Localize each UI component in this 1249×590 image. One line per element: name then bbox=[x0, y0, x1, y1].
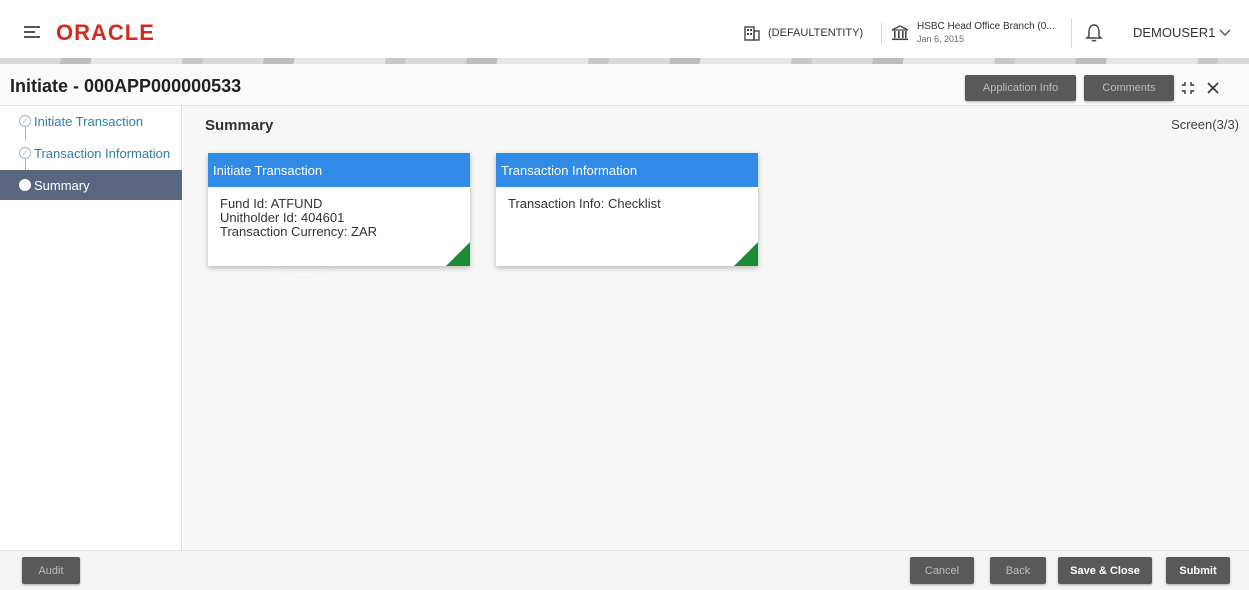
branch-date: Jan 6, 2015 bbox=[917, 34, 965, 44]
card-header: Transaction Information bbox=[496, 153, 758, 187]
step-label: Initiate Transaction bbox=[34, 113, 144, 129]
comments-button[interactable]: Comments bbox=[1084, 75, 1174, 101]
card-line: Transaction Currency: ZAR bbox=[220, 224, 378, 239]
bank-icon bbox=[891, 25, 909, 41]
window-controls bbox=[1180, 75, 1240, 101]
completed-corner-icon bbox=[734, 242, 758, 266]
card-body: Transaction Info: Checklist bbox=[496, 187, 758, 221]
step-label: Transaction Information bbox=[34, 145, 171, 161]
summary-card-transaction-information[interactable]: Transaction Information Transaction Info… bbox=[496, 153, 758, 266]
entity-selector[interactable]: (DEFAULTENTITY) bbox=[744, 22, 883, 44]
bell-icon[interactable] bbox=[1085, 22, 1103, 44]
cancel-button[interactable]: Cancel bbox=[910, 557, 974, 584]
minimize-icon[interactable] bbox=[1180, 80, 1196, 96]
active-dot-icon bbox=[19, 179, 31, 191]
completed-corner-icon bbox=[446, 242, 470, 266]
card-line: Transaction Info: Checklist bbox=[508, 196, 661, 211]
audit-button[interactable]: Audit bbox=[22, 557, 80, 584]
screen-counter: Screen(3/3) bbox=[1171, 117, 1239, 132]
branch-selector[interactable]: HSBC Head Office Branch (0... Jan 6, 201… bbox=[891, 18, 1072, 48]
summary-content: Summary Screen(3/3) Initiate Transaction… bbox=[183, 106, 1249, 550]
step-sidebar: ✓ Initiate Transaction ✓ Transaction Inf… bbox=[0, 106, 182, 550]
user-name: DEMOUSER1 bbox=[1133, 25, 1216, 40]
card-line: Unitholder Id: 404601 bbox=[220, 210, 345, 225]
back-button[interactable]: Back bbox=[990, 557, 1046, 584]
chevron-down-icon bbox=[1219, 29, 1231, 36]
card-line: Fund Id: ATFUND bbox=[220, 196, 323, 211]
hamburger-menu-icon[interactable] bbox=[24, 26, 40, 38]
summary-card-initiate-transaction[interactable]: Initiate Transaction Fund Id: ATFUND Uni… bbox=[208, 153, 470, 266]
sidebar-step-summary[interactable]: Summary bbox=[0, 170, 182, 200]
check-icon: ✓ bbox=[19, 147, 31, 159]
card-header: Initiate Transaction bbox=[208, 153, 470, 187]
sidebar-step-initiate-transaction[interactable]: ✓ Initiate Transaction bbox=[0, 106, 182, 136]
submit-button[interactable]: Submit bbox=[1166, 557, 1230, 584]
oracle-logo: ORACLE bbox=[56, 20, 155, 45]
summary-title: Summary bbox=[205, 117, 274, 134]
user-menu[interactable]: DEMOUSER1 bbox=[1133, 25, 1231, 40]
close-icon[interactable] bbox=[1206, 81, 1220, 95]
building-icon bbox=[744, 26, 760, 41]
entity-label: (DEFAULTENTITY) bbox=[768, 27, 864, 39]
sidebar-step-transaction-information[interactable]: ✓ Transaction Information bbox=[0, 138, 182, 168]
save-close-button[interactable]: Save & Close bbox=[1058, 557, 1152, 584]
application-info-button[interactable]: Application Info bbox=[965, 75, 1076, 101]
page-title: Initiate - 000APP000000533 bbox=[10, 76, 242, 96]
step-label: Summary bbox=[34, 177, 90, 193]
top-header: ORACLE (DEFAULTENTITY) HSBC Head Office … bbox=[0, 0, 1249, 64]
branch-name: HSBC Head Office Branch (0... bbox=[917, 21, 1055, 32]
check-icon: ✓ bbox=[19, 115, 31, 127]
card-body: Fund Id: ATFUND Unitholder Id: 404601 Tr… bbox=[208, 187, 470, 249]
